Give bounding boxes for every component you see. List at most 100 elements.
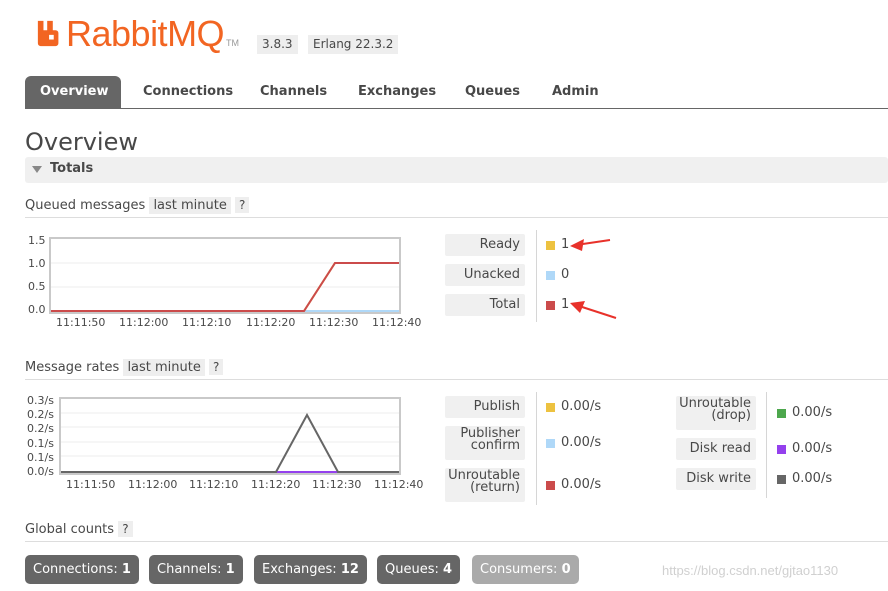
queued-messages-chart (49, 237, 401, 314)
rates-help-button[interactable]: ? (209, 359, 224, 375)
connections-count-button[interactable]: Connections: 1 (25, 555, 139, 584)
message-rates-chart (59, 397, 401, 475)
counter-value: 1 (225, 562, 235, 577)
counter-label: Queues: (385, 562, 439, 577)
consumers-count-button[interactable]: Consumers: 0 (472, 555, 579, 584)
legend-divider (766, 392, 767, 498)
y-tick: 0.5 (28, 280, 46, 293)
legend-divider (536, 392, 537, 505)
brand-tm: TM (226, 38, 239, 48)
legend-label-publisher-confirm: Publisher confirm (445, 426, 525, 460)
global-help-button[interactable]: ? (118, 521, 133, 537)
totals-label: Totals (50, 161, 94, 176)
disk-read-color-swatch (777, 445, 786, 454)
legend-label-unroutable-return: Unroutable (return) (445, 468, 525, 502)
x-tick: 11:12:40 (374, 478, 424, 491)
tab-channels[interactable]: Channels (260, 76, 327, 108)
tab-overview[interactable]: Overview (25, 76, 121, 108)
exchanges-count-button[interactable]: Exchanges: 12 (254, 555, 367, 584)
y-tick: 0.2/s (27, 422, 54, 435)
x-tick: 11:11:50 (56, 316, 106, 329)
ready-color-swatch (546, 241, 555, 250)
brand-name: RabbitMQ (66, 13, 225, 54)
queued-messages-title: Queued messages (25, 198, 146, 213)
y-tick: 0.2/s (27, 408, 54, 421)
rates-range-selector[interactable]: last minute (123, 359, 205, 376)
x-tick: 11:12:20 (246, 316, 296, 329)
counter-value: 1 (121, 562, 131, 577)
x-tick: 11:11:50 (66, 478, 116, 491)
watermark: https://blog.csdn.net/gjtao1130 (662, 563, 839, 578)
x-tick: 11:12:40 (372, 316, 422, 329)
queues-count-button[interactable]: Queues: 4 (377, 555, 461, 584)
counter-value: 0 (561, 562, 571, 577)
unroutable-return-value: 0.00/s (561, 477, 602, 492)
queued-range-selector[interactable]: last minute (149, 197, 231, 214)
unroutable-drop-value: 0.00/s (792, 405, 833, 420)
counter-label: Consumers: (480, 562, 558, 577)
collapse-triangle-icon (32, 166, 42, 173)
x-tick: 11:12:30 (309, 316, 359, 329)
legend-label-ready: Ready (445, 234, 525, 256)
x-tick: 11:12:00 (128, 478, 178, 491)
series-disk-write-line (61, 412, 399, 473)
y-tick: 0.0/s (27, 465, 54, 478)
tab-queues[interactable]: Queues (465, 76, 520, 108)
totals-section-toggle[interactable]: Totals (25, 157, 888, 183)
y-tick: 0.1/s (27, 437, 54, 450)
disk-read-value: 0.00/s (792, 441, 833, 456)
queued-messages-header: Queued messages last minute ? (25, 197, 250, 214)
divider (25, 541, 888, 542)
publish-value: 0.00/s (561, 399, 602, 414)
tab-connections[interactable]: Connections (143, 76, 233, 108)
global-counts-header: Global counts ? (25, 521, 133, 537)
disk-write-value: 0.00/s (792, 471, 833, 486)
counter-label: Channels: (157, 562, 222, 577)
main-tabs: Overview Connections Channels Exchanges … (25, 76, 888, 109)
tab-exchanges[interactable]: Exchanges (358, 76, 436, 108)
tab-admin[interactable]: Admin (552, 76, 599, 108)
y-tick: 1.0 (28, 257, 46, 270)
erlang-version-badge: Erlang 22.3.2 (308, 35, 399, 54)
publisher-confirm-color-swatch (546, 439, 555, 448)
counter-label: Connections: (33, 562, 118, 577)
counter-label: Exchanges: (262, 562, 337, 577)
y-tick: 0.1/s (27, 451, 54, 464)
message-rates-header: Message rates last minute ? (25, 359, 224, 376)
rabbitmq-logo-icon (37, 20, 59, 47)
total-color-swatch (546, 301, 555, 310)
x-tick: 11:12:10 (182, 316, 232, 329)
x-tick: 11:12:20 (251, 478, 301, 491)
legend-label-disk-read: Disk read (676, 438, 756, 460)
queued-help-button[interactable]: ? (235, 197, 250, 213)
counter-value: 12 (340, 562, 359, 577)
x-tick: 11:12:10 (189, 478, 239, 491)
annotation-arrows (570, 239, 617, 319)
legend-label-unacked: Unacked (445, 264, 525, 286)
arrow-icon (570, 239, 611, 251)
y-tick: 1.5 (28, 234, 46, 247)
counter-value: 4 (443, 562, 453, 577)
unacked-color-swatch (546, 271, 555, 280)
legend-label-publish: Publish (445, 396, 525, 418)
y-tick: 0.0 (28, 303, 46, 316)
y-tick: 0.3/s (27, 394, 54, 407)
legend-divider (536, 230, 537, 322)
version-badge: 3.8.3 (257, 35, 298, 54)
disk-write-color-swatch (777, 475, 786, 484)
unroutable-return-color-swatch (546, 481, 555, 490)
publish-color-swatch (546, 403, 555, 412)
arrow-icon (570, 301, 617, 319)
publisher-confirm-value: 0.00/s (561, 435, 602, 450)
rates-chart-svg (61, 412, 399, 473)
x-tick: 11:12:00 (119, 316, 169, 329)
divider (25, 217, 888, 218)
channels-count-button[interactable]: Channels: 1 (149, 555, 243, 584)
global-counts-title: Global counts (25, 522, 115, 537)
x-tick: 11:12:30 (312, 478, 362, 491)
message-rates-title: Message rates (25, 360, 120, 375)
divider (25, 379, 888, 380)
legend-label-unroutable-drop: Unroutable (drop) (676, 396, 756, 430)
page-title: Overview (25, 128, 138, 156)
unroutable-drop-color-swatch (777, 409, 786, 418)
